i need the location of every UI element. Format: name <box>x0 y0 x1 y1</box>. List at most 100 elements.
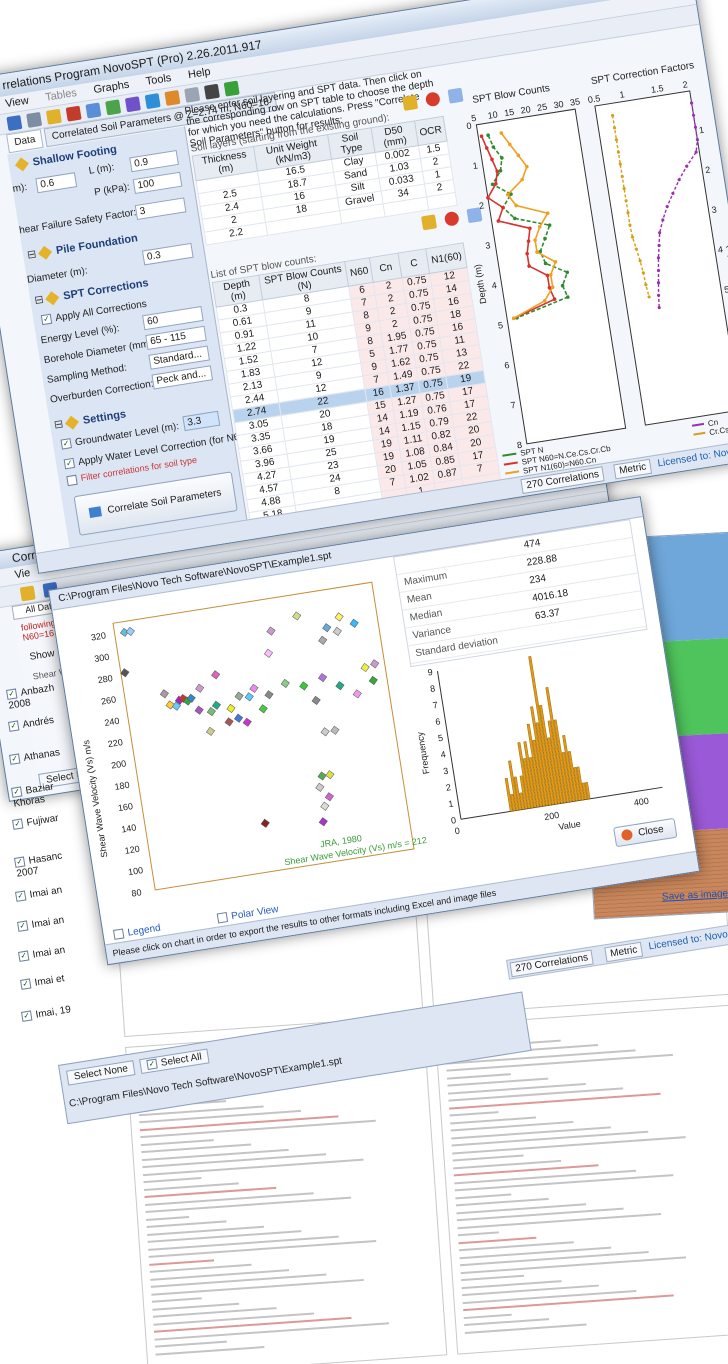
correlation-checkbox[interactable]: ✓ <box>7 720 19 733</box>
menu-help[interactable]: Help <box>187 66 211 81</box>
footing-pressure-label: P (kPa): <box>93 181 131 199</box>
footing-width-input[interactable]: 0.6 <box>35 172 78 194</box>
menu-view[interactable]: View <box>4 95 29 111</box>
hist-y-axis-label: Frequency <box>415 731 432 775</box>
report-text-line <box>454 1169 636 1184</box>
correlation-list-item[interactable]: ✓ Imai et <box>19 970 85 991</box>
correlation-list-item[interactable]: ✓ Andrés <box>7 712 73 733</box>
correlation-checkbox[interactable]: ✓ <box>15 890 27 903</box>
footing-pressure-input[interactable]: 100 <box>132 171 183 195</box>
correlation-checkbox[interactable]: ✓ <box>19 978 31 991</box>
report-text-line <box>449 1092 661 1110</box>
report-text-line <box>152 1302 240 1311</box>
report-text-line <box>149 1258 215 1266</box>
blow-x-tick: 35 <box>569 96 580 107</box>
statistic-value: 63.37 <box>534 607 561 623</box>
scatter-y-tick: 260 <box>100 694 116 706</box>
report-text-line <box>461 1274 525 1282</box>
novospt-main-window: rrelations Program NovoSPT (Pro) 2.26.20… <box>0 0 728 574</box>
blow-legend-swatch <box>502 452 517 457</box>
pencil-icon <box>14 157 29 172</box>
select-all-button[interactable]: ✓ Select All <box>139 1048 210 1075</box>
scatter-y-tick: 240 <box>104 716 120 728</box>
menu-tools[interactable]: Tools <box>145 72 172 88</box>
close-icon <box>620 828 634 842</box>
correlation-list-item[interactable]: ✓ Imai an <box>15 882 80 903</box>
table-icon[interactable] <box>85 102 102 119</box>
table-icon <box>89 506 103 519</box>
export-icon[interactable] <box>184 86 201 103</box>
correlation-checkbox[interactable]: ✓ <box>12 818 24 831</box>
report-text-line <box>151 1278 364 1296</box>
blow-y-tick: 7 <box>510 400 517 411</box>
correlation-checkbox[interactable]: ✓ <box>21 1010 33 1023</box>
blow-y-tick: 4 <box>491 280 498 291</box>
collapse-icon[interactable]: ⊟ <box>53 418 64 431</box>
correlation-checkbox[interactable]: ✓ <box>16 920 28 933</box>
correlation-list-item[interactable]: ✓ Athanas <box>9 745 74 766</box>
correlation-checkbox[interactable]: ✓ <box>9 753 21 766</box>
chart-icon[interactable] <box>124 96 141 113</box>
correlation-label: Imai an <box>30 914 65 931</box>
spt-blow-counts-table[interactable]: Depth (m) SPT Blow Counts (N) N60 Cn C N1(60)… <box>211 242 502 520</box>
legend-checkbox[interactable] <box>113 928 125 941</box>
correlation-label: Athanas <box>22 747 61 764</box>
folder-icon[interactable] <box>421 214 438 231</box>
report-text-line <box>450 1116 536 1125</box>
select-all-checkbox[interactable]: ✓ <box>146 1058 158 1071</box>
folder-icon[interactable] <box>19 585 36 602</box>
factors-x-tick: 1 <box>619 89 626 100</box>
menu-tables[interactable]: Tables <box>44 87 77 104</box>
vs-scatter-chart[interactable]: 80100120140160180200220240260280300320Sh… <box>53 560 432 919</box>
correlation-list-item[interactable]: ✓ Hasanc 2007 <box>13 848 81 880</box>
select-none-button-2[interactable]: Select None <box>66 1060 136 1086</box>
correlation-label: Imai, 19 <box>34 1004 72 1021</box>
collapse-icon[interactable]: ⊟ <box>34 294 45 307</box>
info-icon[interactable] <box>164 89 181 106</box>
filter-icon[interactable] <box>65 105 82 122</box>
correlation-list-item[interactable]: ✓ Baziar Khoras <box>10 778 78 810</box>
menu-graphs[interactable]: Graphs <box>93 79 131 96</box>
polar-view-checkbox[interactable] <box>216 912 229 924</box>
select-all-label: Select All <box>160 1051 203 1069</box>
pencil-icon[interactable] <box>45 108 62 125</box>
correlation-list-item[interactable]: ✓ Fujiwar <box>12 810 77 831</box>
overburden-select[interactable]: Peck and... <box>151 365 214 390</box>
blow-x-tick: 10 <box>487 109 498 120</box>
safety-factor-input[interactable]: 3 <box>134 197 187 221</box>
delete-icon[interactable] <box>424 91 441 108</box>
groundwater-checkbox[interactable]: ✓ <box>60 438 73 450</box>
stats-units[interactable]: Metric <box>604 941 644 963</box>
blow-x-tick: 25 <box>536 102 547 113</box>
frequency-histogram[interactable]: 0 1 2 3 4 5 6 7 8 9 Frequency 0 200 400 Value <box>400 628 677 855</box>
correlation-list-item[interactable]: ✓ Imai an <box>18 942 83 963</box>
spss-icon[interactable] <box>144 93 161 110</box>
print-icon[interactable] <box>203 83 220 100</box>
hist-y-tick: 3 <box>442 766 449 777</box>
collapse-icon[interactable]: ⊟ <box>26 248 37 261</box>
factors-y-tick: 5 <box>723 284 728 295</box>
correlation-list-item[interactable]: ✓ Imai an <box>16 912 82 933</box>
filter-checkbox[interactable] <box>66 474 78 486</box>
hist-x-axis-label: Value <box>558 819 582 832</box>
report-text-line <box>148 1239 377 1258</box>
water-level-checkbox[interactable]: ✓ <box>63 458 76 470</box>
correlation-checkbox[interactable]: ✓ <box>18 950 30 963</box>
report-text-line <box>452 1154 524 1162</box>
report-text-line <box>151 1297 202 1303</box>
correlation-list-item[interactable]: ✓ Imai, 19 <box>21 1002 86 1023</box>
units-toggle[interactable]: Metric <box>613 458 653 480</box>
folder-icon[interactable] <box>402 94 419 111</box>
save-icon[interactable] <box>6 115 23 132</box>
delete-icon[interactable] <box>443 210 460 227</box>
correlation-label: Fujiwar <box>25 812 60 829</box>
wand-icon[interactable] <box>26 111 43 128</box>
correction-icon[interactable] <box>105 99 122 116</box>
scatter-y-tick: 300 <box>94 652 110 664</box>
apply-all-checkbox[interactable]: ✓ <box>40 314 53 326</box>
report-text-line <box>457 1231 499 1237</box>
factors-y-tick: 3 <box>711 204 718 215</box>
help-icon[interactable] <box>223 80 240 97</box>
menu-view[interactable]: Vie <box>14 567 31 581</box>
report-text-line <box>455 1192 512 1199</box>
